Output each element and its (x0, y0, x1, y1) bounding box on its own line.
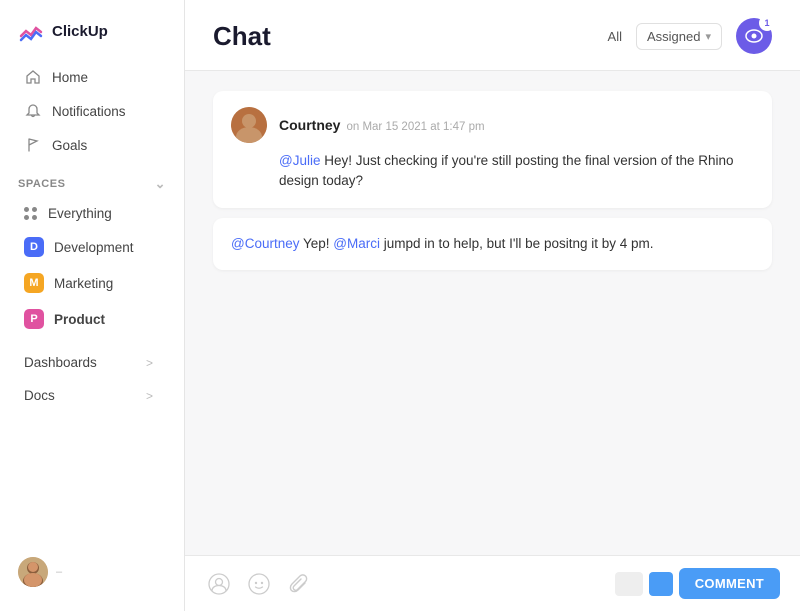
watch-button[interactable]: 1 (736, 18, 772, 54)
comment-button[interactable]: COMMENT (679, 568, 780, 599)
action-btn-1[interactable] (615, 572, 643, 596)
logo-icon (18, 18, 44, 44)
message-block-courtney: Courtney on Mar 15 2021 at 1:47 pm @Juli… (213, 91, 772, 208)
compose-tools (205, 570, 313, 598)
user-circle-icon (208, 573, 230, 595)
chevron-right-docs-icon: > (146, 389, 160, 403)
sidebar-item-dashboards[interactable]: Dashboards > (6, 347, 178, 378)
courtney-avatar (231, 107, 267, 143)
reply-body-2: jumpd in to help, but I'll be positng it… (384, 236, 654, 251)
space-badge-development: D (24, 237, 44, 257)
message-header: Courtney on Mar 15 2021 at 1:47 pm (231, 107, 754, 143)
courtney-avatar-image (231, 107, 267, 143)
sidebar-label-dashboards: Dashboards (24, 355, 97, 370)
space-label-development: Development (54, 240, 134, 255)
mention-julie: @Julie (279, 153, 320, 168)
sidebar-label-docs: Docs (24, 388, 55, 403)
space-badge-marketing: M (24, 273, 44, 293)
sidebar-item-docs[interactable]: Docs > (6, 380, 178, 411)
space-label-product: Product (54, 312, 105, 327)
message-time: on Mar 15 2021 at 1:47 pm (346, 121, 484, 133)
paperclip-icon (289, 574, 309, 594)
space-label-everything: Everything (48, 206, 112, 221)
message-author: Courtney (279, 117, 340, 133)
reply-text: @Courtney Yep! @Marci jumpd in to help, … (231, 234, 754, 254)
smiley-icon (248, 573, 270, 595)
sidebar-item-everything[interactable]: Everything (6, 199, 178, 228)
sidebar-label-notifications: Notifications (52, 104, 126, 119)
reply-block: @Courtney Yep! @Marci jumpd in to help, … (213, 218, 772, 270)
sidebar: ClickUp Home Notifications Goals Spaces (0, 0, 185, 611)
page-header: Chat All Assigned ▾ 1 (185, 0, 800, 71)
space-badge-product: P (24, 309, 44, 329)
filter-assigned-label: Assigned (647, 29, 700, 44)
avatar-image (18, 557, 48, 587)
compose-actions: COMMENT (615, 568, 780, 599)
dots-grid-icon (24, 207, 38, 221)
sidebar-label-goals: Goals (52, 138, 87, 153)
section-left-docs: Docs (24, 388, 55, 403)
sidebar-item-home[interactable]: Home (6, 61, 178, 93)
eye-icon (745, 29, 763, 43)
page-title: Chat (213, 21, 271, 52)
logo-text: ClickUp (52, 23, 108, 40)
section-left-dashboards: Dashboards (24, 355, 97, 370)
filter-assigned-dropdown[interactable]: Assigned ▾ (636, 23, 722, 50)
chevron-down-icon: ▾ (705, 30, 711, 43)
sidebar-item-notifications[interactable]: Notifications (6, 95, 178, 127)
message-text: @Julie Hey! Just checking if you're stil… (231, 151, 754, 192)
spaces-label: Spaces (18, 178, 65, 190)
watch-count-badge: 1 (759, 15, 775, 31)
filter-all-button[interactable]: All (608, 29, 622, 44)
bell-icon (24, 102, 42, 120)
flag-icon (24, 136, 42, 154)
sidebar-label-home: Home (52, 70, 88, 85)
sidebar-item-marketing[interactable]: M Marketing (6, 266, 178, 300)
action-btn-2[interactable] (649, 572, 673, 596)
chevron-down-icon[interactable]: ⌄ (155, 176, 166, 192)
spaces-header: Spaces ⌄ (0, 162, 184, 198)
user-menu-indicator: – (56, 566, 62, 578)
main-content: Chat All Assigned ▾ 1 (185, 0, 800, 611)
sidebar-item-product[interactable]: P Product (6, 302, 178, 336)
message-body: Hey! Just checking if you're still posti… (279, 153, 734, 188)
reply-body-1: Yep! (303, 236, 333, 251)
mention-marci: @Marci (333, 236, 380, 251)
home-icon (24, 68, 42, 86)
user-avatar[interactable] (18, 557, 48, 587)
sidebar-item-goals[interactable]: Goals (6, 129, 178, 161)
message-meta: Courtney on Mar 15 2021 at 1:47 pm (279, 117, 485, 133)
compose-user-icon[interactable] (205, 570, 233, 598)
compose-area: COMMENT (185, 555, 800, 611)
sidebar-item-development[interactable]: D Development (6, 230, 178, 264)
compose-emoji-icon[interactable] (245, 570, 273, 598)
compose-attach-icon[interactable] (285, 570, 313, 598)
mention-courtney: @Courtney (231, 236, 299, 251)
chevron-right-dashboards-icon: > (146, 356, 160, 370)
space-label-marketing: Marketing (54, 276, 113, 291)
sidebar-footer: – (0, 547, 184, 597)
chat-area: Courtney on Mar 15 2021 at 1:47 pm @Juli… (185, 71, 800, 555)
header-right: All Assigned ▾ 1 (608, 18, 772, 54)
logo-area: ClickUp (0, 14, 184, 60)
